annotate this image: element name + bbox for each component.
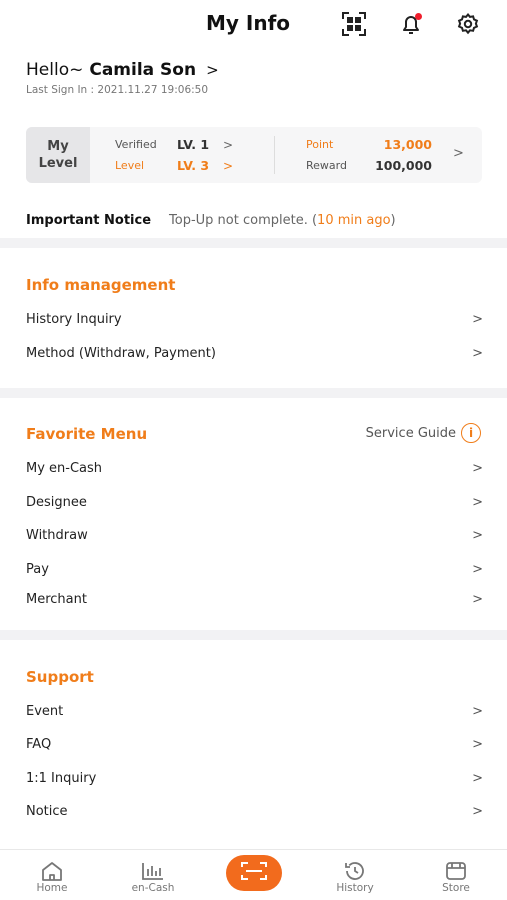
store-icon bbox=[443, 860, 469, 882]
chevron-right-icon: > bbox=[472, 494, 483, 510]
chevron-right-icon: > bbox=[472, 527, 483, 543]
gear-icon[interactable] bbox=[454, 10, 482, 38]
verified-row[interactable]: Verified LV. 1 > bbox=[115, 137, 233, 152]
important-notice[interactable]: Important Notice Top-Up not complete. (1… bbox=[26, 213, 396, 228]
tab-store-label: Store bbox=[442, 882, 470, 894]
list-item-label: Pay bbox=[26, 561, 49, 577]
list-item-label: Designee bbox=[26, 494, 87, 510]
chevron-right-icon[interactable]: > bbox=[453, 146, 464, 161]
list-item-designee[interactable]: Designee > bbox=[26, 491, 483, 513]
section-separator bbox=[0, 388, 507, 398]
list-item-faq[interactable]: FAQ > bbox=[26, 733, 483, 755]
last-sign-in: Last Sign In : 2021.11.27 19:06:50 bbox=[26, 84, 209, 96]
tab-store[interactable]: Store bbox=[421, 860, 491, 894]
chevron-right-icon: > bbox=[223, 158, 234, 173]
chevron-right-icon: > bbox=[472, 561, 483, 577]
list-item-notice[interactable]: Notice > bbox=[26, 800, 483, 822]
section-separator bbox=[0, 238, 507, 248]
info-icon: i bbox=[461, 423, 481, 443]
list-item-history-inquiry[interactable]: History Inquiry > bbox=[26, 308, 483, 330]
chart-icon bbox=[140, 860, 166, 882]
chevron-right-icon: > bbox=[472, 736, 483, 752]
chevron-right-icon: > bbox=[472, 591, 483, 607]
reward-value: 100,000 bbox=[375, 158, 432, 173]
reward-row: Reward 100,000 bbox=[306, 158, 432, 173]
level-value: LV. 3 bbox=[177, 158, 210, 173]
list-item-label: 1:1 Inquiry bbox=[26, 770, 97, 786]
verified-label: Verified bbox=[115, 138, 157, 151]
chevron-right-icon: > bbox=[472, 345, 483, 361]
tab-en-cash-label: en-Cash bbox=[131, 882, 175, 894]
list-item-method[interactable]: Method (Withdraw, Payment) > bbox=[26, 342, 483, 364]
section-separator bbox=[0, 630, 507, 640]
home-icon bbox=[40, 860, 64, 882]
chevron-right-icon: > bbox=[472, 770, 483, 786]
level-card[interactable]: My Level Verified LV. 1 > Level LV. 3 > … bbox=[26, 127, 482, 183]
level-label: Level bbox=[115, 159, 145, 172]
list-item-my-en-cash[interactable]: My en-Cash > bbox=[26, 457, 483, 479]
scan-button[interactable] bbox=[226, 855, 282, 891]
point-label: Point bbox=[306, 138, 334, 151]
notice-close-paren: ) bbox=[390, 213, 396, 228]
list-item-label: History Inquiry bbox=[26, 311, 122, 327]
chevron-right-icon: > bbox=[223, 137, 234, 152]
chevron-right-icon: > bbox=[472, 703, 483, 719]
my-level-line1: My bbox=[47, 139, 69, 154]
chevron-right-icon: > bbox=[472, 311, 483, 327]
list-item-label: Notice bbox=[26, 803, 68, 819]
tab-history[interactable]: History bbox=[320, 860, 390, 894]
greeting-link[interactable]: Hello~ Camila Son > bbox=[26, 60, 219, 80]
service-guide-label: Service Guide bbox=[365, 425, 456, 441]
tab-en-cash[interactable]: en-Cash bbox=[118, 860, 188, 894]
list-item-event[interactable]: Event > bbox=[26, 700, 483, 722]
my-level-line2: Level bbox=[38, 156, 78, 171]
list-item-pay[interactable]: Pay > bbox=[26, 558, 483, 580]
bottom-tab-bar: Home en-Cash History Store bbox=[0, 849, 507, 900]
bell-icon[interactable] bbox=[397, 10, 425, 38]
notification-dot bbox=[415, 13, 422, 20]
header: My Info bbox=[0, 0, 507, 48]
page-title: My Info bbox=[206, 11, 291, 35]
tab-home[interactable]: Home bbox=[17, 860, 87, 894]
notice-text: Top-Up not complete. ( bbox=[169, 213, 318, 228]
service-guide-link[interactable]: Service Guide i bbox=[366, 423, 481, 443]
tab-home-label: Home bbox=[36, 882, 68, 894]
chevron-right-icon: > bbox=[206, 61, 219, 79]
notice-title: Important Notice bbox=[26, 213, 152, 228]
history-icon bbox=[343, 860, 367, 882]
list-item-label: FAQ bbox=[26, 736, 52, 752]
point-row: Point 13,000 bbox=[306, 137, 432, 152]
list-item-label: Method (Withdraw, Payment) bbox=[26, 345, 216, 361]
list-item-merchant[interactable]: Merchant > bbox=[26, 588, 483, 610]
reward-label: Reward bbox=[306, 159, 347, 172]
verified-value: LV. 1 bbox=[177, 137, 210, 152]
support-title: Support bbox=[26, 668, 94, 686]
info-management-title: Info management bbox=[26, 276, 176, 294]
list-item-label: Merchant bbox=[26, 591, 87, 607]
tab-history-label: History bbox=[336, 882, 374, 894]
qr-code-icon[interactable] bbox=[340, 10, 368, 38]
greeting-text: Hello~ bbox=[26, 60, 84, 80]
chevron-right-icon: > bbox=[472, 460, 483, 476]
my-level-badge: My Level bbox=[26, 127, 90, 183]
chevron-right-icon: > bbox=[472, 803, 483, 819]
favorite-menu-title: Favorite Menu bbox=[26, 425, 148, 443]
card-divider bbox=[274, 136, 275, 174]
notice-message: Top-Up not complete. (10 min ago) bbox=[169, 213, 396, 228]
user-name: Camila Son bbox=[89, 60, 197, 80]
point-value: 13,000 bbox=[383, 137, 432, 152]
notice-time: 10 min ago bbox=[317, 213, 391, 228]
list-item-label: My en-Cash bbox=[26, 460, 103, 476]
scan-icon bbox=[239, 860, 269, 886]
list-item-inquiry[interactable]: 1:1 Inquiry > bbox=[26, 767, 483, 789]
list-item-withdraw[interactable]: Withdraw > bbox=[26, 524, 483, 546]
level-row[interactable]: Level LV. 3 > bbox=[115, 158, 233, 173]
list-item-label: Withdraw bbox=[26, 527, 88, 543]
list-item-label: Event bbox=[26, 703, 64, 719]
